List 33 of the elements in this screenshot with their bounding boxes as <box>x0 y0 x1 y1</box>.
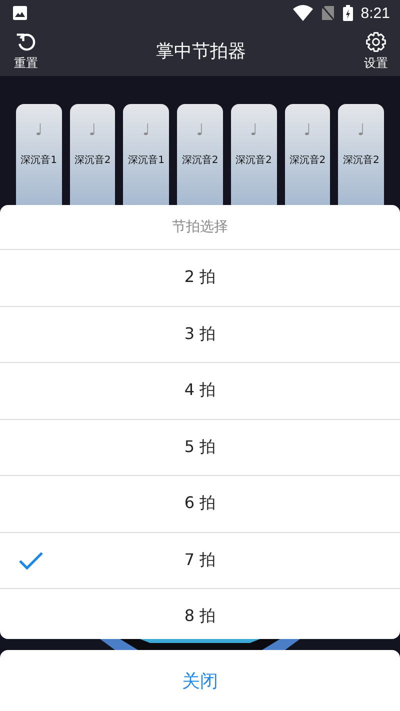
pad-label: 深沉音2 <box>182 154 218 167</box>
beat-option[interactable]: 7 拍 <box>0 532 400 589</box>
note-symbol: ♩ <box>35 120 43 139</box>
settings-icon <box>365 30 387 52</box>
battery-charging-icon <box>342 5 353 21</box>
status-time: 8:21 <box>360 4 390 22</box>
beat-option[interactable]: 6 拍 <box>0 476 400 532</box>
close-button[interactable]: 关闭 <box>0 650 400 711</box>
app-title: 掌中节拍器 <box>156 40 246 63</box>
pad-label: 深沉音2 <box>74 154 111 167</box>
note-symbol: ♩ <box>88 120 96 139</box>
settings-button[interactable]: 设置 <box>364 30 388 72</box>
pad-label: 深沉音2 <box>342 154 380 167</box>
note-symbol: ♩ <box>142 120 150 139</box>
note-symbol: ♩ <box>250 120 258 139</box>
note-symbol: ♩ <box>304 120 312 139</box>
note-symbol: ♩ <box>357 120 365 139</box>
pad-label: 深沉音2 <box>289 154 326 167</box>
beat-option[interactable]: 2 拍 <box>0 250 400 306</box>
sheet-title: 节拍选择 <box>0 205 400 250</box>
pad-label: 深沉音2 <box>236 154 272 167</box>
beat-option[interactable]: 5 拍 <box>0 420 400 476</box>
beat-option[interactable]: 4 拍 <box>0 363 400 420</box>
no-sim-icon <box>320 5 335 21</box>
image-icon <box>13 6 27 20</box>
reset-icon <box>15 30 37 52</box>
pad-label: 深沉音1 <box>20 154 58 167</box>
note-symbol: ♩ <box>196 120 204 139</box>
beat-option[interactable]: 8 拍 <box>0 589 400 644</box>
beat-option[interactable]: 3 拍 <box>0 306 400 363</box>
wifi-icon <box>292 5 313 21</box>
reset-button[interactable]: 重置 <box>14 30 38 72</box>
pad-label: 深沉音1 <box>128 154 164 167</box>
